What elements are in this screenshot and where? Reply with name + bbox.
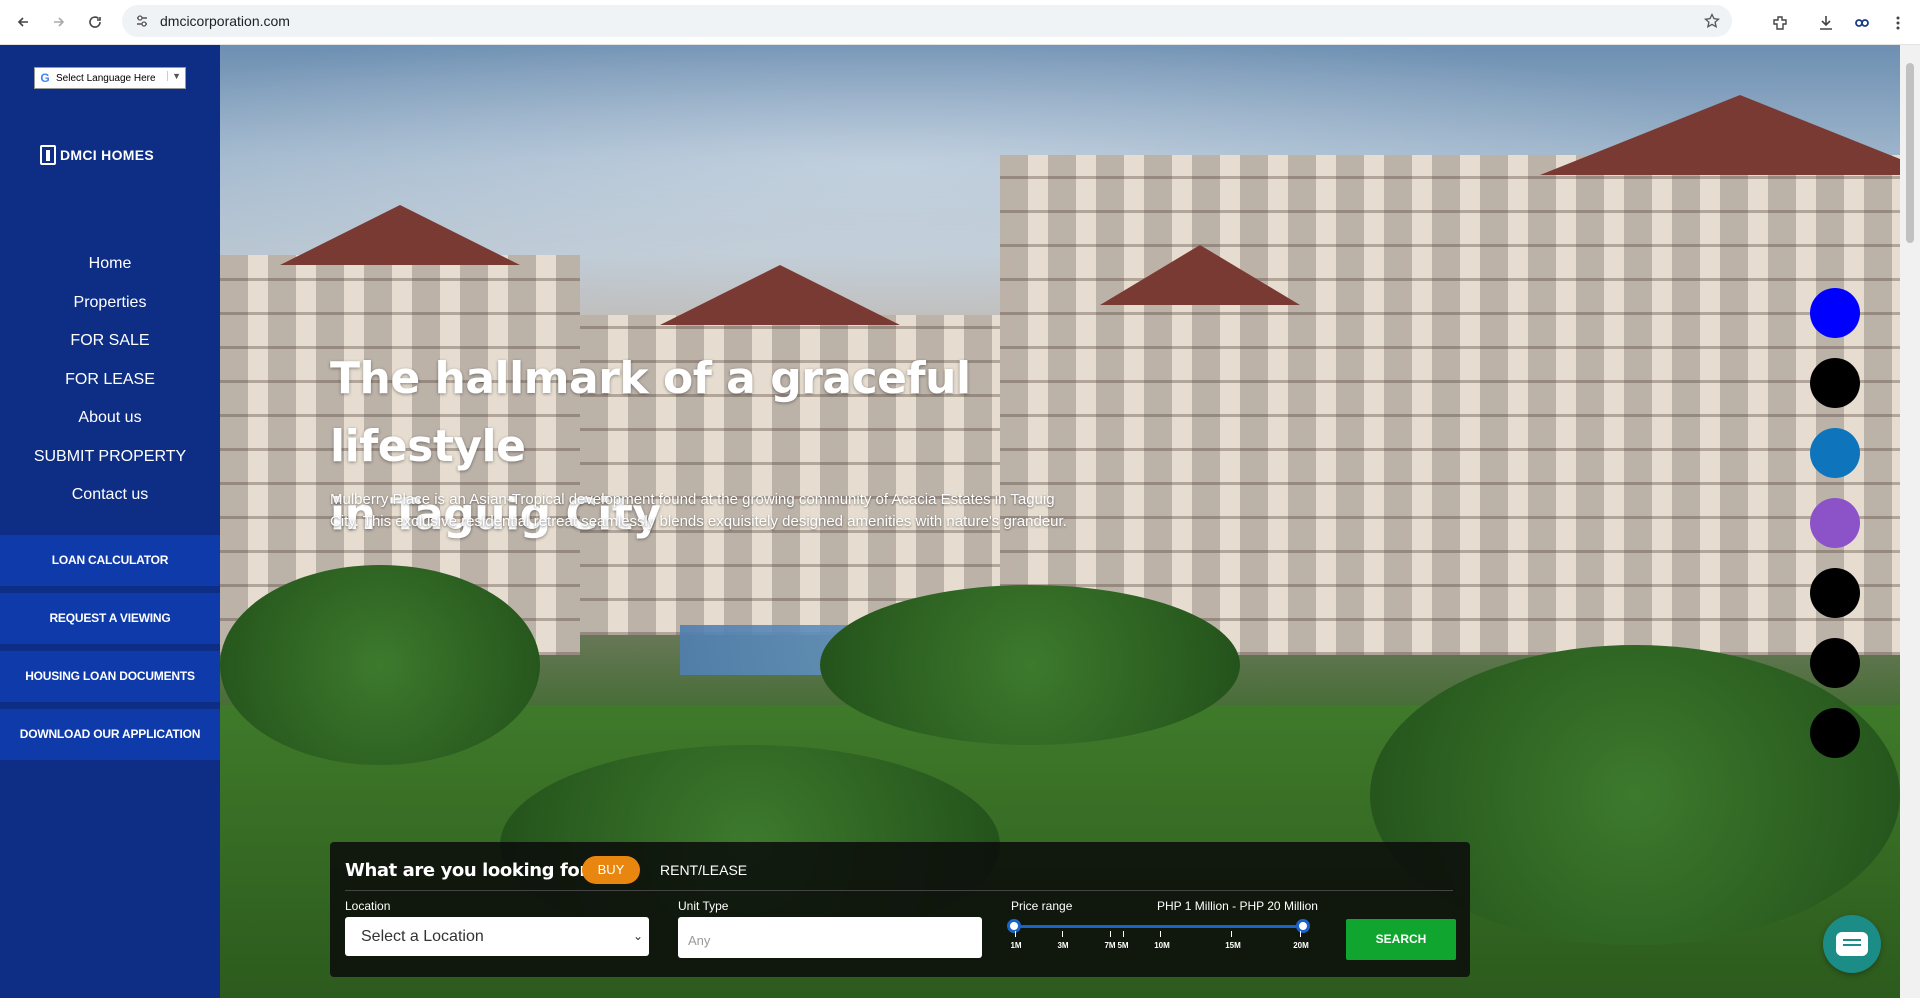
hero-roof-mid [1100,245,1300,305]
price-tick-label: 10M [1154,941,1170,950]
property-search-panel: What are you looking for? BUY RENT/LEASE… [330,842,1470,977]
tab-buy[interactable]: BUY [582,856,640,884]
extensions-icon[interactable] [1762,5,1798,41]
menu-home[interactable]: Home [0,245,220,284]
hero-roof-right [1540,95,1900,175]
color-swatch-6[interactable] [1810,638,1860,688]
menu-submit-property[interactable]: SUBMIT PROPERTY [0,438,220,477]
dropdown-arrow-icon: ▼ [167,71,181,81]
price-tick [1160,931,1161,937]
price-range-value: PHP 1 Million - PHP 20 Million [1157,899,1318,913]
request-viewing-button[interactable]: REQUEST A VIEWING [0,593,220,644]
browser-toolbar: dmcicorporation.com [0,0,1920,45]
unit-type-placeholder: Any [688,933,711,948]
sidebar-menu: Home Properties FOR SALE FOR LEASE About… [0,245,220,515]
chevron-down-icon: ⌄ [632,929,643,943]
location-select[interactable]: Select a Location ⌄ [345,917,649,956]
color-swatch-2[interactable] [1810,358,1860,408]
bookmark-star-icon[interactable] [1704,13,1720,29]
download-application-button[interactable]: DOWNLOAD OUR APPLICATION [0,709,220,760]
price-tick-label: 5M [1117,941,1129,950]
loan-calculator-button[interactable]: LOAN CALCULATOR [0,535,220,586]
color-swatch-4[interactable] [1810,498,1860,548]
price-tick-label: 20M [1293,941,1309,950]
back-icon[interactable] [8,7,38,37]
price-tick-label: 15M [1225,941,1241,950]
hero-roof-center [660,265,900,325]
language-select[interactable]: G Select Language Here ▼ [34,67,186,89]
address-bar[interactable]: dmcicorporation.com [122,5,1732,37]
download-icon[interactable] [1808,5,1844,41]
scrollbar-thumb[interactable] [1906,63,1914,243]
hero-building-right [1000,155,1900,655]
color-swatch-3[interactable] [1810,428,1860,478]
hero-roof-left [280,205,520,265]
hero-section: The hallmark of a graceful lifestyle in … [220,45,1900,998]
price-tick [1123,931,1124,937]
unit-type-label: Unit Type [678,899,729,913]
hero-description: Mulberry Place is an Asian-Tropical deve… [330,491,1067,530]
price-tick [1062,931,1063,937]
price-tick [1015,931,1016,937]
chat-button[interactable] [1823,915,1881,973]
search-question: What are you looking for? [345,860,598,881]
menu-for-lease[interactable]: FOR LEASE [0,361,220,400]
price-tick [1300,931,1301,937]
menu-kebab-icon[interactable] [1880,5,1916,41]
profile-icon[interactable] [1844,5,1880,41]
menu-for-sale[interactable]: FOR SALE [0,322,220,361]
housing-loan-documents-button[interactable]: HOUSING LOAN DOCUMENTS [0,651,220,702]
chat-icon [1836,932,1868,956]
price-tick [1231,931,1232,937]
sidebar: G Select Language Here ▼ DMCI HOMES Home… [0,45,220,998]
logo-mark-icon [40,145,56,165]
menu-contact-us[interactable]: Contact us [0,476,220,515]
site-settings-icon[interactable] [134,13,150,29]
dmci-logo[interactable]: DMCI HOMES [40,145,154,165]
unit-type-input[interactable]: Any [678,917,982,958]
language-select-label: Select Language Here [56,72,156,84]
color-swatch-5[interactable] [1810,568,1860,618]
logo-text: DMCI HOMES [60,147,154,163]
reload-icon[interactable] [80,7,110,37]
page-scrollbar[interactable] [1900,45,1920,998]
hero-shrub [220,565,540,765]
price-tick [1110,931,1111,937]
price-tick-label: 3M [1057,941,1069,950]
color-swatch-1[interactable] [1810,288,1860,338]
forward-icon[interactable] [44,7,74,37]
tab-rent-lease[interactable]: RENT/LEASE [660,862,747,878]
hero-shrub [820,585,1240,745]
price-range-label: Price range [1011,899,1073,913]
price-range-max-handle[interactable] [1296,919,1310,933]
search-button[interactable]: SEARCH [1346,919,1456,960]
price-tick-label: 1M [1010,941,1022,950]
location-select-value: Select a Location [361,928,484,945]
url-text[interactable]: dmcicorporation.com [160,13,290,29]
google-g-icon: G [40,71,50,85]
hero-title-line1: The hallmark of a graceful lifestyle [330,353,971,472]
color-swatch-7[interactable] [1810,708,1860,758]
menu-properties[interactable]: Properties [0,284,220,323]
price-range-track[interactable] [1013,925,1303,928]
search-divider [345,890,1453,891]
menu-about-us[interactable]: About us [0,399,220,438]
location-label: Location [345,899,391,913]
price-range-min-handle[interactable] [1007,919,1021,933]
price-tick-label: 7M [1104,941,1116,950]
